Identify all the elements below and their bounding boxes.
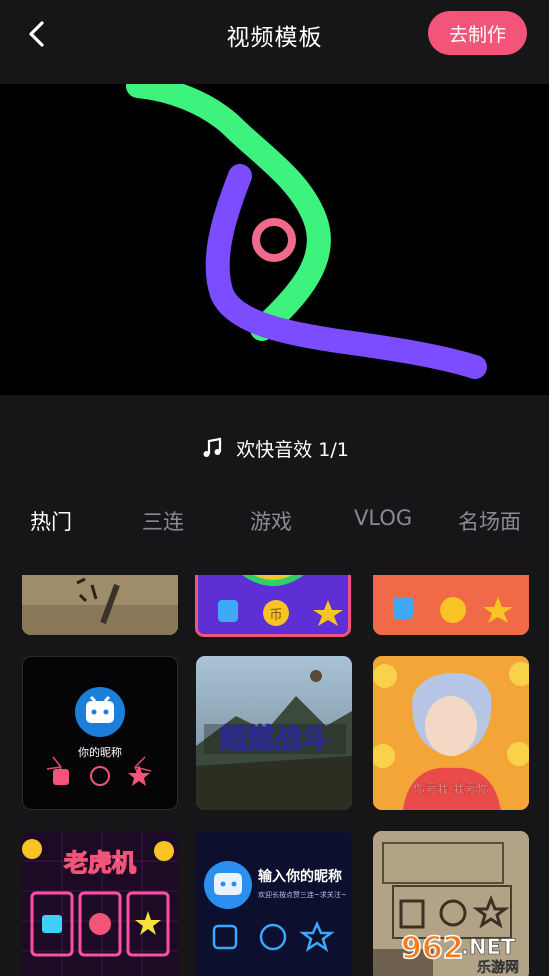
music-name: 欢快音效 1/1 bbox=[236, 438, 349, 461]
card-thumbnail: 你爱我 我爱你 bbox=[373, 656, 529, 810]
svg-text:币: 币 bbox=[269, 608, 282, 623]
thumbs-up-icon bbox=[53, 769, 69, 785]
svg-text:乐游网: 乐游网 bbox=[477, 959, 519, 974]
thumbs-up-icon bbox=[42, 915, 62, 933]
template-card[interactable] bbox=[22, 575, 178, 635]
tab-hot[interactable]: 热门 bbox=[30, 506, 72, 536]
tab-vlog[interactable]: VLOG bbox=[354, 506, 412, 530]
preview-animation bbox=[126, 84, 487, 379]
template-card[interactable]: 超燃战斗 bbox=[196, 656, 352, 810]
card-thumbnail bbox=[22, 575, 178, 635]
make-video-button[interactable]: 去制作 bbox=[428, 11, 527, 55]
thumbs-up-icon bbox=[393, 597, 413, 619]
svg-text:.NET: .NET bbox=[461, 935, 516, 959]
music-info: 欢快音效 1/1 bbox=[0, 430, 549, 466]
coin-icon bbox=[440, 597, 466, 623]
tab-triple[interactable]: 三连 bbox=[142, 506, 184, 536]
svg-text:输入你的昵称: 输入你的昵称 bbox=[258, 868, 342, 885]
card-thumbnail: 老虎机 bbox=[22, 831, 178, 976]
coin-icon bbox=[89, 913, 111, 935]
template-card[interactable]: 币 bbox=[195, 575, 351, 637]
template-preview[interactable] bbox=[0, 84, 549, 395]
template-card[interactable] bbox=[373, 575, 529, 635]
svg-text:你的昵称: 你的昵称 bbox=[78, 745, 122, 759]
category-tabs: 热门 三连 游戏 VLOG 名场面 bbox=[0, 506, 549, 550]
template-card[interactable]: 老虎机 bbox=[22, 831, 178, 976]
card-thumbnail: 你的昵称 bbox=[46, 687, 152, 786]
svg-text:超燃战斗: 超燃战斗 bbox=[220, 724, 328, 755]
template-card[interactable]: 你的昵称 bbox=[22, 656, 178, 810]
svg-text:欢迎长按点赞三连~求关注~: 欢迎长按点赞三连~求关注~ bbox=[258, 890, 347, 899]
card-thumbnail bbox=[373, 575, 529, 635]
card-thumbnail: 输入你的昵称 欢迎长按点赞三连~求关注~ bbox=[196, 831, 352, 976]
top-bar: 视频模板 去制作 bbox=[0, 0, 549, 84]
template-grid: 币 你的昵称 超燃战斗 你爱我 我爱你 老虎机 输入你的昵称 欢迎长按点赞三连~… bbox=[0, 575, 549, 976]
svg-text:老虎机: 老虎机 bbox=[64, 849, 136, 877]
site-watermark: 962 .NET 乐游网 bbox=[400, 930, 519, 974]
music-note-icon bbox=[203, 437, 222, 457]
card-thumbnail: 币 bbox=[198, 575, 348, 634]
template-card[interactable]: 输入你的昵称 欢迎长按点赞三连~求关注~ bbox=[196, 831, 352, 976]
card-thumbnail: 超燃战斗 bbox=[196, 656, 352, 810]
coin-icon bbox=[90, 766, 110, 786]
tab-famous-scenes[interactable]: 名场面 bbox=[458, 506, 521, 536]
tab-games[interactable]: 游戏 bbox=[250, 506, 292, 536]
svg-text:962: 962 bbox=[401, 931, 464, 966]
svg-text:你爱我 我爱你: 你爱我 我爱你 bbox=[413, 782, 489, 796]
star-icon bbox=[128, 765, 150, 786]
thumbs-up-icon bbox=[218, 600, 238, 622]
template-card[interactable]: 你爱我 我爱你 bbox=[373, 656, 529, 810]
